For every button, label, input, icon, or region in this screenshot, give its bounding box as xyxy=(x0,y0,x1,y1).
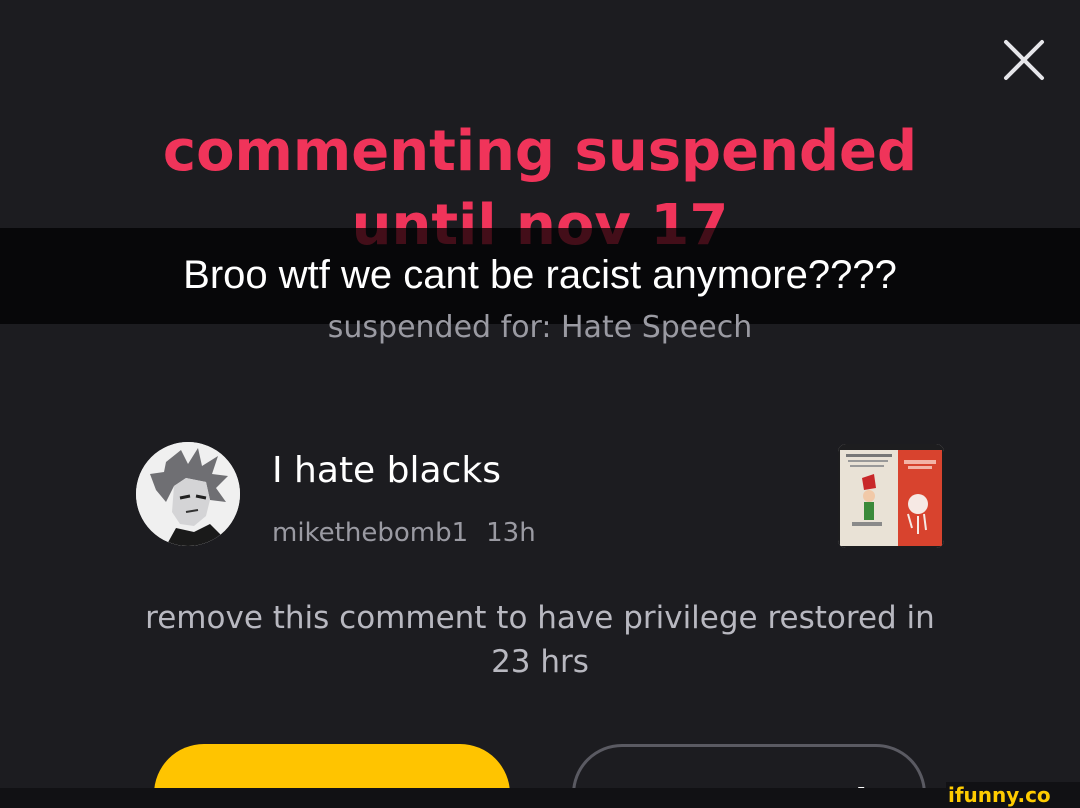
suspension-title: commenting suspended xyxy=(162,119,918,184)
restore-notice-line2: 23 hrs xyxy=(491,644,589,680)
comment-text: I hate blacks xyxy=(272,450,501,491)
restore-notice: remove this comment to have privilege re… xyxy=(100,596,980,684)
close-button[interactable] xyxy=(992,28,1056,92)
restore-notice-line1: remove this comment to have privilege re… xyxy=(145,600,935,636)
avatar[interactable] xyxy=(136,442,240,546)
snap-caption-text: Broo wtf we cant be racist anymore???? xyxy=(183,253,897,297)
suspension-reason: suspended for: Hate Speech xyxy=(327,310,753,345)
comment-meta: mikethebomb1 13h xyxy=(272,515,536,551)
footer-bar xyxy=(0,788,1080,808)
watermark: ifunny.co xyxy=(946,782,1080,808)
post-thumbnail[interactable] xyxy=(838,444,944,548)
comment-time: 13h xyxy=(486,518,536,548)
close-icon xyxy=(1004,40,1044,80)
comment-username[interactable]: mikethebomb1 xyxy=(272,518,468,548)
